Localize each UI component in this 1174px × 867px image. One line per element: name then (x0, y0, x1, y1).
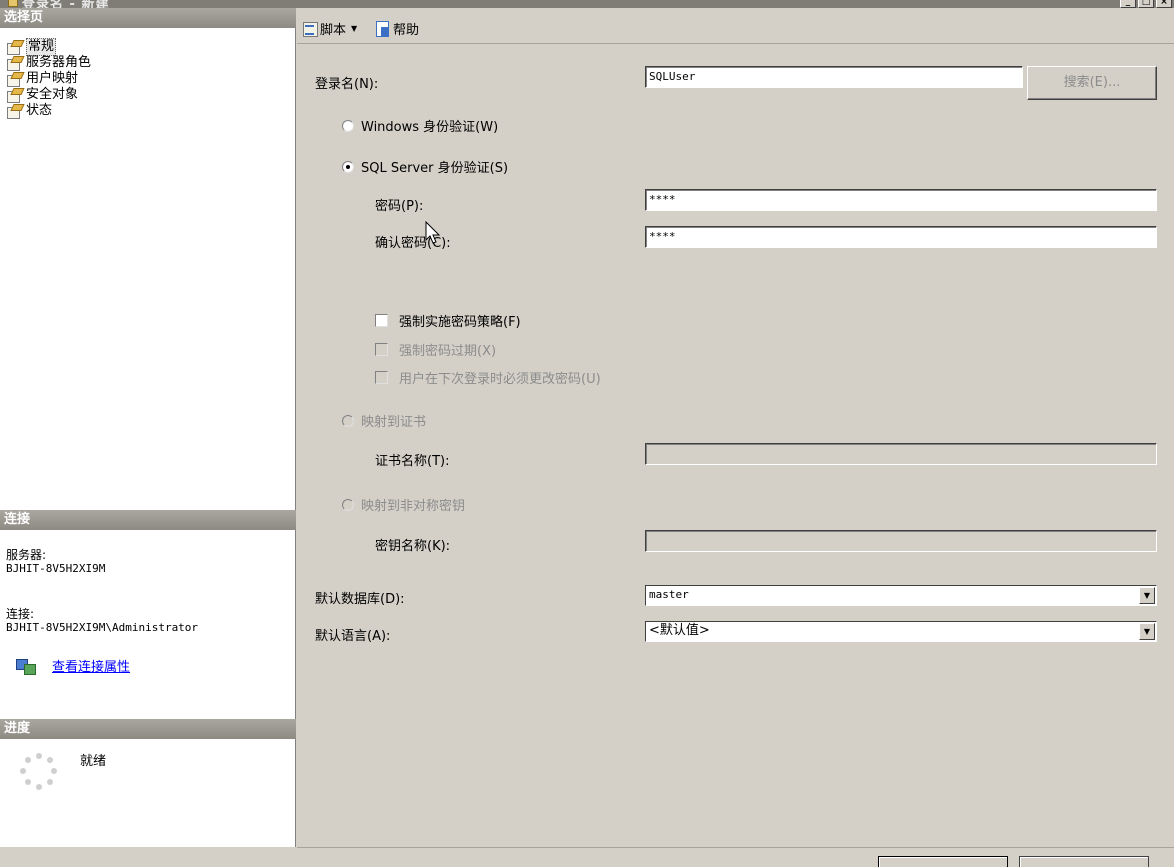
enforce-expiry-checkbox[interactable]: 强制密码过期(X) (375, 340, 496, 359)
enforce-policy-checkbox[interactable]: 强制实施密码策略(F) (375, 311, 521, 330)
page-item-server-roles[interactable]: 服务器角色 (6, 55, 91, 71)
mouse-cursor-icon (425, 221, 441, 244)
must-change-checkbox[interactable]: 用户在下次登录时必须更改密码(U) (375, 368, 601, 387)
page-icon (6, 72, 22, 87)
connection-label: 连接: (6, 607, 35, 621)
password-input[interactable]: **** (645, 189, 1157, 211)
window-icon (8, 0, 18, 7)
chevron-down-icon[interactable]: ▼ (1139, 623, 1155, 640)
page-item-status[interactable]: 状态 (6, 103, 91, 119)
close-icon[interactable]: × (1156, 0, 1172, 8)
server-label: 服务器: (6, 548, 47, 562)
sql-auth-radio[interactable]: SQL Server 身份验证(S) (342, 157, 508, 176)
progress-spinner-icon (20, 753, 58, 791)
default-db-label: 默认数据库(D): (315, 592, 405, 607)
server-value: BJHIT-8V5H2XI9M (6, 562, 106, 575)
help-icon (375, 20, 391, 37)
cert-name-input[interactable] (645, 443, 1157, 465)
default-lang-select[interactable]: <默认值> ▼ (645, 621, 1157, 642)
key-name-input[interactable] (645, 530, 1157, 552)
view-connection-properties-link[interactable]: 查看连接属性 (52, 656, 130, 675)
page-icon (6, 88, 22, 103)
select-page-header: 选择页 (0, 8, 296, 28)
page-item-general[interactable]: 常规 (6, 38, 91, 56)
map-asym-key-radio[interactable]: 映射到非对称密钥 (342, 495, 465, 514)
default-lang-label: 默认语言(A): (315, 629, 391, 644)
login-name-input[interactable]: SQLUser (645, 66, 1023, 88)
connection-value: BJHIT-8V5H2XI9M\Administrator (6, 621, 199, 634)
password-label: 密码(P): (375, 199, 424, 214)
login-name-label: 登录名(N): (315, 77, 379, 92)
minimize-icon[interactable]: _ (1120, 0, 1136, 8)
network-icon (16, 657, 36, 675)
page-icon (6, 104, 22, 119)
script-button[interactable]: 脚本 ▼ (302, 19, 357, 38)
left-pane: 选择页 常规 服务器角色 用户映射 安全对象 状态 连接 服务器: BJHIT-… (0, 8, 296, 847)
toolbar: 脚本 ▼ 帮助 (297, 8, 1174, 44)
cert-name-label: 证书名称(T): (375, 454, 450, 469)
page-icon (6, 56, 22, 71)
page-item-user-mapping[interactable]: 用户映射 (6, 71, 91, 87)
divider (297, 847, 1174, 848)
maximize-icon[interactable]: □ (1138, 0, 1154, 8)
map-certificate-radio[interactable]: 映射到证书 (342, 411, 426, 430)
progress-status: 就绪 (80, 754, 107, 769)
default-db-select[interactable]: master ▼ (645, 585, 1157, 606)
title-bar: 登录名 - 新建 _ □ × (0, 0, 1174, 8)
windows-auth-radio[interactable]: Windows 身份验证(W) (342, 116, 498, 135)
key-name-label: 密钥名称(K): (375, 539, 451, 554)
script-icon (302, 21, 318, 37)
progress-header: 进度 (0, 719, 296, 739)
page-icon (6, 40, 22, 55)
page-list: 常规 服务器角色 用户映射 安全对象 状态 (6, 38, 91, 119)
window-title: 登录名 - 新建 (22, 0, 110, 8)
chevron-down-icon: ▼ (351, 24, 358, 33)
connection-header: 连接 (0, 510, 296, 530)
window-controls: _ □ × (1120, 0, 1172, 8)
confirm-password-input[interactable]: **** (645, 226, 1157, 248)
page-item-securables[interactable]: 安全对象 (6, 87, 91, 103)
view-connection-properties[interactable]: 查看连接属性 (16, 656, 130, 675)
ok-button[interactable] (878, 856, 1008, 867)
cancel-button[interactable] (1019, 856, 1149, 867)
help-button[interactable]: 帮助 (375, 19, 419, 38)
search-button[interactable]: 搜索(E)... (1027, 66, 1157, 100)
chevron-down-icon[interactable]: ▼ (1139, 587, 1155, 604)
